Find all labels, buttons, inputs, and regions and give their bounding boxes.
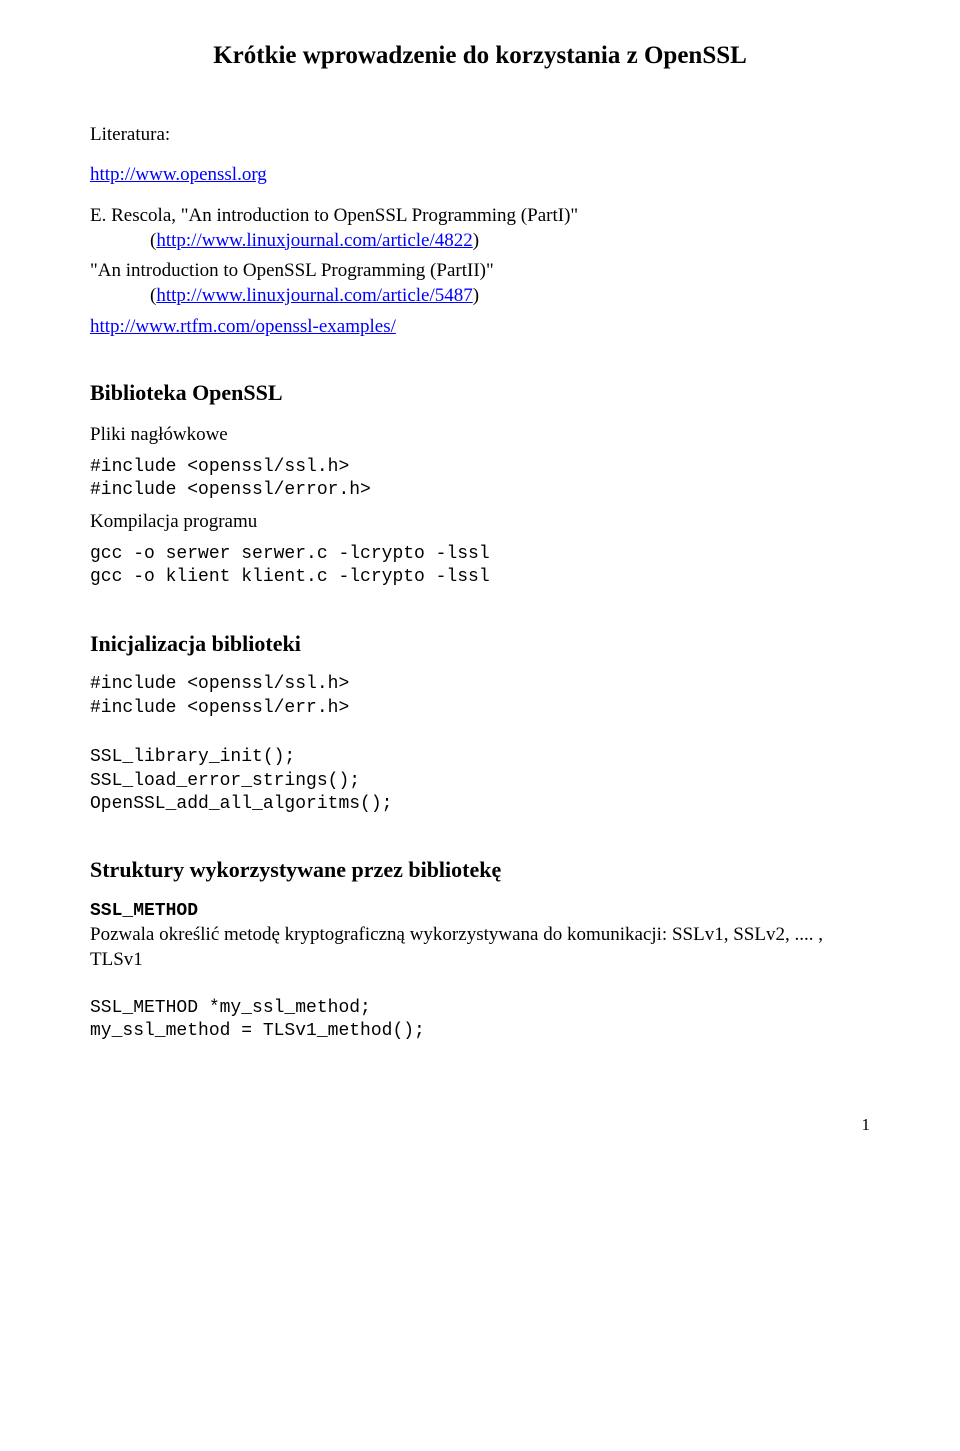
literature-heading: Literatura: <box>90 123 870 148</box>
section-struktury-heading: Struktury wykorzystywane przez bibliotek… <box>90 856 870 885</box>
code-init-calls: SSL_library_init(); SSL_load_error_strin… <box>90 746 870 816</box>
literature-entry-3-text: "An introduction to OpenSSL Programming … <box>90 260 494 281</box>
literature-link-part1[interactable]: http://www.linuxjournal.com/article/4822 <box>156 230 472 251</box>
code-includes-2: #include <openssl/ssl.h> #include <opens… <box>90 673 870 720</box>
literature-link-examples[interactable]: http://www.rtfm.com/openssl-examples/ <box>90 316 396 337</box>
literature-entry-2-postlink: ) <box>473 230 479 251</box>
section-inicjalizacja-heading: Inicjalizacja biblioteki <box>90 630 870 659</box>
literature-entry-2-text: E. Rescola, "An introduction to OpenSSL … <box>90 205 578 226</box>
literature-link-openssl[interactable]: http://www.openssl.org <box>90 164 267 185</box>
code-includes-1: #include <openssl/ssl.h> #include <opens… <box>90 456 870 503</box>
literature-link-part2[interactable]: http://www.linuxjournal.com/article/5487 <box>156 285 472 306</box>
section-biblioteka-sub2: Kompilacja programu <box>90 510 870 535</box>
page-title: Krótkie wprowadzenie do korzystania z Op… <box>90 40 870 73</box>
section-biblioteka-sub1: Pliki nagłówkowe <box>90 423 870 448</box>
struct-ssl-method-name: SSL_METHOD <box>90 900 870 923</box>
code-ssl-method: SSL_METHOD *my_ssl_method; my_ssl_method… <box>90 997 870 1044</box>
struct-ssl-method-desc: Pozwala określić metodę kryptograficzną … <box>90 923 870 972</box>
page-number: 1 <box>90 1114 870 1136</box>
code-gcc: gcc -o serwer serwer.c -lcrypto -lssl gc… <box>90 543 870 590</box>
literature-entry-3-postlink: ) <box>473 285 479 306</box>
section-biblioteka-heading: Biblioteka OpenSSL <box>90 379 870 408</box>
